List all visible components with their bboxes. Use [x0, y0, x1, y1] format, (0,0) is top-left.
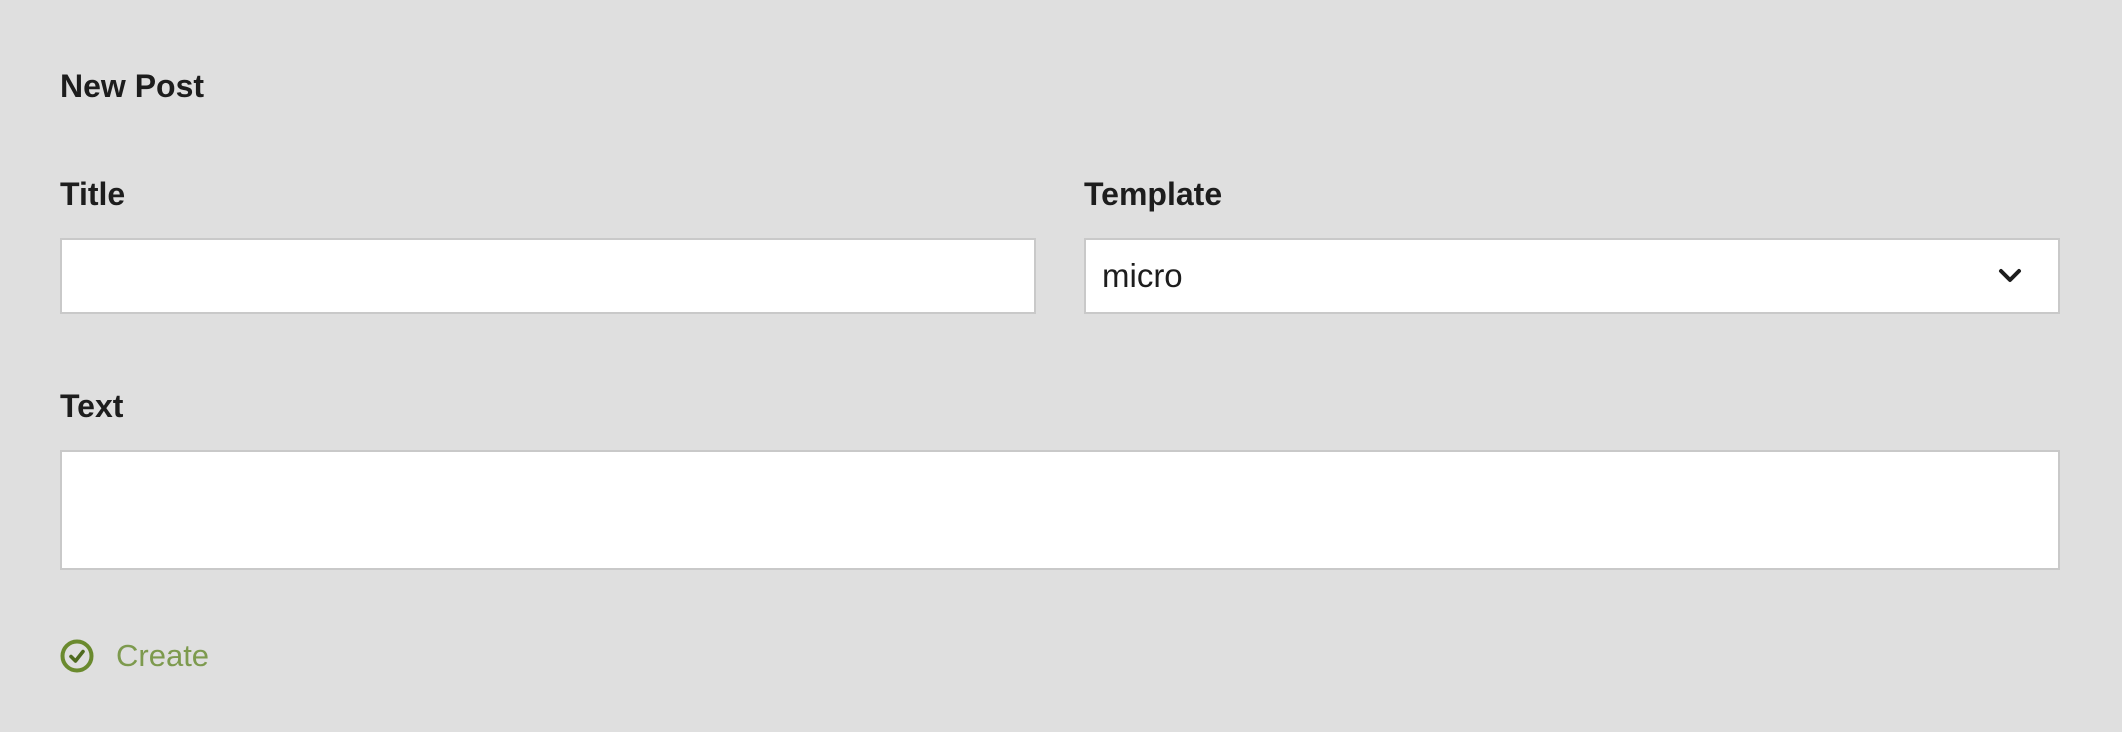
- create-button-label: Create: [116, 638, 210, 673]
- create-button[interactable]: Create: [60, 636, 209, 676]
- template-selected-value: micro: [1102, 257, 1183, 294]
- new-post-form: New Post Title Template micro Text Creat…: [60, 0, 2060, 732]
- template-select[interactable]: micro: [1084, 238, 2060, 314]
- check-circle-icon: [60, 639, 94, 673]
- template-label: Template: [1084, 176, 1223, 212]
- title-label: Title: [60, 176, 126, 212]
- chevron-down-icon: [1999, 269, 2021, 282]
- text-area[interactable]: [60, 450, 2060, 570]
- title-input[interactable]: [60, 238, 1036, 314]
- form-heading: New Post: [60, 68, 205, 104]
- text-label: Text: [60, 388, 124, 424]
